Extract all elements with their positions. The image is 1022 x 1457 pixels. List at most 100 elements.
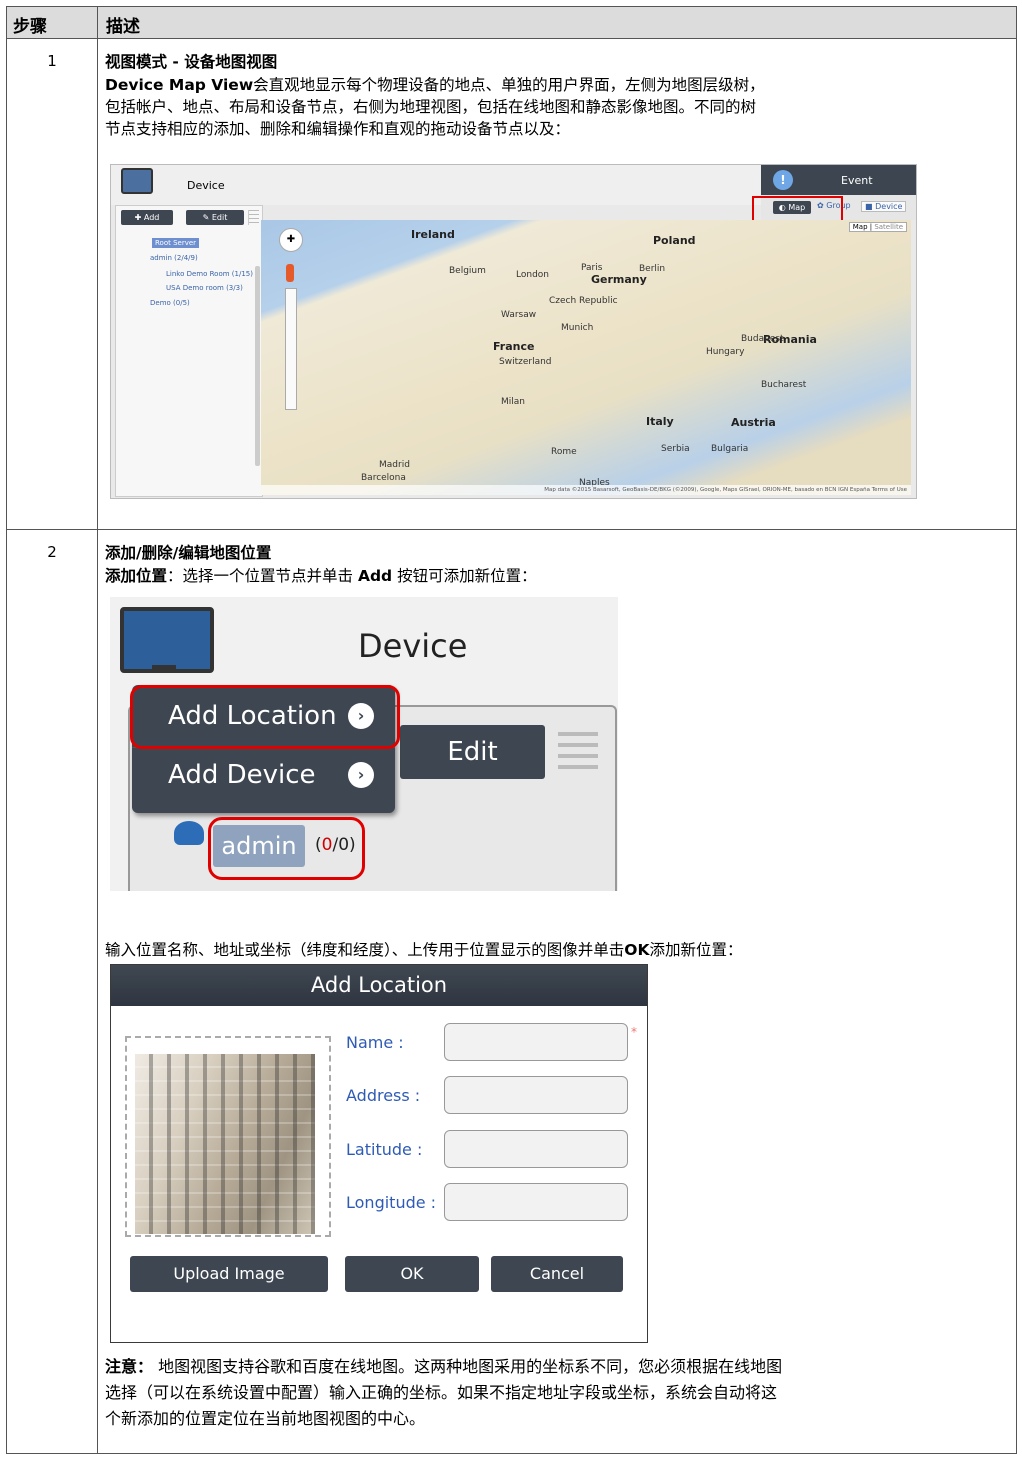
map-place-label: Bucharest [761, 380, 807, 390]
map-place-label: Milan [501, 397, 525, 407]
map-place-label: Barcelona [361, 473, 406, 483]
table-header: 步骤 描述 [7, 7, 1016, 38]
step-2-line2-b: 添加新位置： [649, 941, 743, 959]
add-location-term: 添加位置 [105, 567, 168, 585]
map-place-label: Madrid [379, 460, 410, 470]
map-place-label: Italy [646, 415, 674, 428]
user-icon [174, 821, 204, 845]
add-button[interactable]: ✚ Add [121, 210, 173, 225]
tree-node-location-2[interactable]: USA Demo room (3/3) [166, 284, 243, 292]
map-place-label: Serbia [661, 444, 690, 454]
zoom-slider[interactable] [285, 288, 297, 410]
map-place-label: France [493, 340, 535, 353]
latitude-label: Latitude : [346, 1140, 423, 1159]
map-place-label: Bulgaria [711, 444, 749, 454]
menu-lines-icon[interactable] [248, 210, 259, 225]
satellite-tab[interactable]: Satellite [874, 223, 903, 231]
note-label: 注意： [105, 1357, 154, 1376]
map-place-label: Paris [581, 263, 603, 273]
pegman-icon[interactable] [286, 264, 294, 282]
edit-button[interactable]: ✎ Edit [186, 210, 244, 225]
event-bar[interactable]: ! Event [761, 165, 916, 195]
menu-lines-icon-large[interactable] [558, 732, 598, 772]
chevron-right-icon: › [348, 762, 374, 788]
device-heading: Device [358, 627, 468, 665]
map-place-label: Berlin [639, 264, 666, 274]
step-1-desc-line1: 会直观地显示每个物理设备的地点、单独的用户界面，左侧为地图层级树， [253, 76, 765, 94]
note-line3: 个新添加的位置定位在当前地图视图的中心。 [105, 1409, 426, 1428]
tree-node-root[interactable]: Root Server [152, 238, 200, 248]
monitor-stand [152, 665, 176, 673]
tree-node-demo[interactable]: Demo (0/5) [150, 299, 190, 307]
header-step: 步骤 [13, 17, 47, 37]
add-location-highlight [130, 685, 400, 749]
step-2-line1-b: 按钮可添加新位置： [392, 567, 537, 585]
cancel-button[interactable]: Cancel [491, 1256, 623, 1292]
map-place-label: Budapest [741, 334, 784, 344]
add-location-dialog: Add Location Name : * Address : Latitude… [110, 964, 648, 1343]
map-place-label: Czech Republic [549, 296, 618, 306]
row-divider [7, 529, 1016, 530]
map-attribution: Map data ©2015 Basarsoft, GeoBasis-DE/BK… [261, 485, 911, 495]
edit-button-label: Edit [211, 213, 228, 222]
map-place-label: London [516, 270, 549, 280]
latitude-field[interactable] [444, 1130, 628, 1168]
add-button-label: Add [143, 213, 160, 222]
map-place-label: Switzerland [499, 357, 552, 367]
device-monitor-icon [121, 168, 153, 194]
admin-highlight [208, 817, 365, 880]
map-place-label: Austria [731, 416, 776, 429]
map-place-label: Ireland [411, 228, 455, 241]
address-label: Address : [346, 1086, 421, 1105]
address-field[interactable] [444, 1076, 628, 1114]
tree-node-location-1[interactable]: Linko Demo Room (1/15) [166, 270, 253, 278]
longitude-field[interactable] [444, 1183, 628, 1221]
upload-image-button[interactable]: Upload Image [130, 1256, 328, 1292]
note-line1: 地图视图支持谷歌和百度在线地图。这两种地图采用的坐标系不同，您必须根据在线地图 [153, 1357, 783, 1376]
device-title: Device [187, 179, 225, 192]
map-place-label: Poland [653, 234, 696, 247]
note-line2: 选择（可以在系统设置中配置）输入正确的坐标。如果不指定地址字段或坐标，系统会自动… [105, 1383, 778, 1402]
step-2-title: 添加/删除/编辑地图位置 [105, 544, 272, 562]
device-view-button[interactable]: ■ Device [861, 201, 907, 212]
online-map[interactable]: Map | Satellite ✚ Ireland Poland Germany Fr… [261, 220, 911, 495]
step-1-desc-line3: 节点支持相应的添加、删除和编辑操作和直观的拖动设备节点以及： [105, 120, 571, 138]
name-field[interactable] [444, 1023, 628, 1061]
longitude-label: Longitude : [346, 1193, 437, 1212]
edit-button-large[interactable]: Edit [400, 725, 545, 779]
ok-term: OK [624, 941, 650, 959]
map-place-label: Munich [561, 323, 594, 333]
product-name: Device Map View [105, 76, 254, 94]
map-place-label: Rome [551, 447, 577, 457]
name-label: Name : [346, 1033, 404, 1052]
add-term: Add [357, 567, 393, 585]
ok-button[interactable]: OK [345, 1256, 479, 1292]
step-2-line1: 添加位置：选择一个位置节点并单击 Add 按钮可添加新位置： [105, 565, 1010, 587]
map-place-label: Germany [591, 273, 647, 286]
column-divider [97, 7, 98, 1453]
alert-icon: ! [773, 170, 793, 190]
map-tab[interactable]: Map [853, 223, 868, 231]
device-monitor-icon-large [120, 607, 214, 673]
step-2-note: 注意： 地图视图支持谷歌和百度在线地图。这两种地图采用的坐标系不同，您必须根据在… [105, 1354, 1010, 1432]
tree-scrollbar[interactable] [255, 266, 260, 466]
dialog-title: Add Location [111, 965, 647, 1006]
add-device-item[interactable]: Add Device › [132, 747, 395, 806]
map-place-label: Belgium [449, 266, 486, 276]
map-place-label: Hungary [706, 347, 745, 357]
image-preview [125, 1036, 331, 1237]
add-device-label: Add Device [168, 760, 316, 790]
step-2-line1-a: ：选择一个位置节点并单击 [167, 567, 358, 585]
step-2-line2: 输入位置名称、地址或坐标（纬度和经度）、上传用于位置显示的图像并单击OK添加新位… [105, 939, 1010, 961]
step-1-title: 视图模式 - 设备地图视图 [105, 53, 278, 71]
device-map-view-screenshot: Device ! Event ◐ Map ✿ Group ■ Device ✚ … [110, 164, 917, 499]
steps-table: 步骤 描述 1 视图模式 - 设备地图视图 Device Map View会直观… [6, 6, 1017, 1454]
step-1-desc-line2: 包括帐户、地点、布局和设备节点，右侧为地理视图，包括在线地图和静态影像地图。不同… [105, 98, 757, 116]
step-2-line2-a: 输入位置名称、地址或坐标（纬度和经度）、上传用于位置显示的图像并单击 [105, 941, 625, 959]
pan-control-icon[interactable]: ✚ [279, 228, 303, 252]
header-description: 描述 [106, 17, 140, 37]
step-2-number: 2 [47, 543, 57, 561]
tree-node-admin[interactable]: admin (2/4/9) [150, 254, 198, 262]
map-type-switch[interactable]: Map | Satellite [848, 222, 907, 232]
step-1-description: Device Map View会直观地显示每个物理设备的地点、单独的用户界面，左… [105, 74, 1010, 140]
